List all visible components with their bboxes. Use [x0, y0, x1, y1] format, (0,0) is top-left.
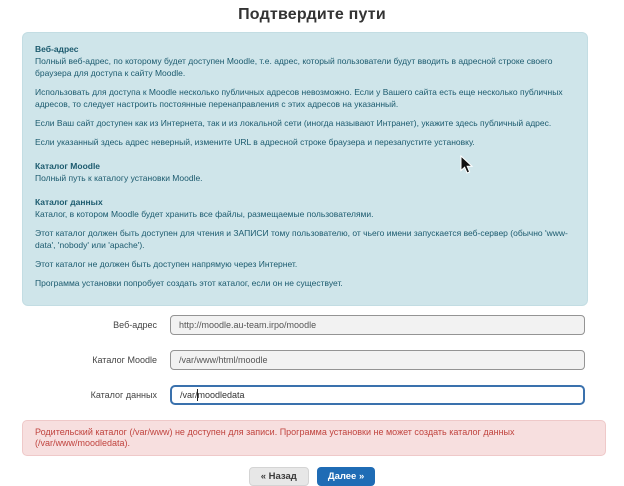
form-row-moodle-dir: Каталог Moodle: [22, 350, 585, 370]
error-alert: Родительский каталог (/var/www) не досту…: [22, 420, 606, 456]
data-dir-label: Каталог данных: [22, 390, 170, 400]
moodle-dir-label: Каталог Moodle: [22, 355, 170, 365]
info-heading-moodle-dir: Каталог Moodle: [35, 160, 575, 172]
data-dir-input[interactable]: [170, 385, 585, 405]
form-row-web-address: Веб-адрес: [22, 315, 585, 335]
moodle-dir-field-wrap: [170, 350, 585, 370]
next-button[interactable]: Далее »: [317, 467, 375, 486]
back-button[interactable]: « Назад: [249, 467, 309, 486]
info-paragraph: Этот каталог не должен быть доступен нап…: [35, 258, 575, 270]
wizard-buttons: « Назад Далее »: [0, 467, 624, 486]
moodle-dir-input[interactable]: [170, 350, 585, 370]
form-row-data-dir: Каталог данных: [22, 385, 585, 405]
info-paragraph: Если Ваш сайт доступен как из Интернета,…: [35, 117, 575, 129]
info-paragraph: Каталог, в котором Moodle будет хранить …: [35, 208, 575, 220]
info-paragraph: Использовать для доступа к Moodle нескол…: [35, 86, 575, 110]
page-title: Подтвердите пути: [0, 6, 624, 24]
paths-info-box: Веб-адрес Полный веб-адрес, по которому …: [22, 32, 588, 306]
web-address-field-wrap: [170, 315, 585, 335]
data-dir-field-wrap: [170, 385, 585, 405]
info-heading-web-address: Веб-адрес: [35, 43, 575, 55]
web-address-input[interactable]: [170, 315, 585, 335]
info-paragraph: Этот каталог должен быть доступен для чт…: [35, 227, 575, 251]
info-paragraph: Полный путь к каталогу установки Moodle.: [35, 172, 575, 184]
web-address-label: Веб-адрес: [22, 320, 170, 330]
info-paragraph: Если указанный здесь адрес неверный, изм…: [35, 136, 575, 148]
info-paragraph: Полный веб-адрес, по которому будет дост…: [35, 55, 575, 79]
paths-form: Веб-адрес Каталог Moodle Каталог данных: [22, 315, 585, 405]
info-paragraph: Программа установки попробует создать эт…: [35, 277, 575, 289]
text-caret: [197, 389, 198, 401]
info-heading-data-dir: Каталог данных: [35, 196, 575, 208]
